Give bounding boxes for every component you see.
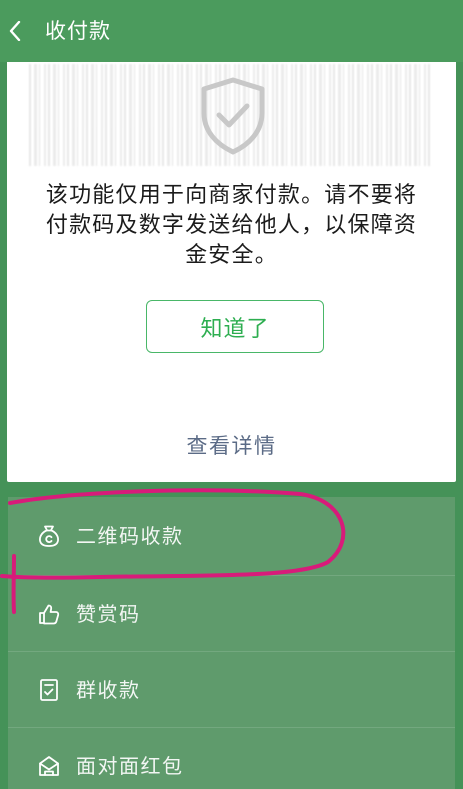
- thumbs-up-icon: [39, 604, 60, 624]
- menu-item-label: 赞赏码: [76, 601, 141, 626]
- money-bag-icon: [39, 525, 59, 547]
- menu-item-reward-code[interactable]: 赞赏码: [8, 575, 455, 651]
- shield-check-icon: [201, 77, 265, 155]
- red-packet-icon: [39, 756, 59, 776]
- view-details-link[interactable]: 查看详情: [187, 434, 277, 458]
- warning-message: 该功能仅用于向商家付款。请不要将 付款码及数字发送给他人，以保障资 金安全。: [7, 181, 456, 271]
- menu-item-label: 群收款: [76, 677, 141, 702]
- menu-item-qr-collect[interactable]: 二维码收款: [8, 497, 455, 575]
- details-link-row: 查看详情: [7, 431, 456, 461]
- group-collect-icon: [40, 678, 58, 701]
- menu-item-label: 面对面红包: [76, 754, 184, 778]
- back-button[interactable]: [2, 16, 28, 46]
- menu-item-face-to-face-red-packet[interactable]: 面对面红包: [8, 727, 455, 789]
- collect-menu: 二维码收款 赞赏码 群收款 面对面红包: [8, 497, 455, 789]
- got-it-button[interactable]: 知道了: [146, 300, 324, 353]
- app-header: 收付款: [0, 0, 463, 62]
- shield-outline: [201, 77, 265, 155]
- payment-warning-dialog: 该功能仅用于向商家付款。请不要将 付款码及数字发送给他人，以保障资 金安全。 知…: [7, 62, 456, 482]
- warning-message-line: 付款码及数字发送给他人，以保障资: [45, 213, 418, 238]
- menu-item-group-collect[interactable]: 群收款: [8, 651, 455, 727]
- warning-message-line: 金安全。: [185, 243, 278, 268]
- check-mark: [216, 103, 250, 128]
- chevron-left-icon: [9, 21, 21, 41]
- menu-item-label: 二维码收款: [76, 524, 184, 548]
- warning-message-line: 该功能仅用于向商家付款。请不要将: [45, 183, 418, 208]
- page-title: 收付款: [45, 19, 111, 43]
